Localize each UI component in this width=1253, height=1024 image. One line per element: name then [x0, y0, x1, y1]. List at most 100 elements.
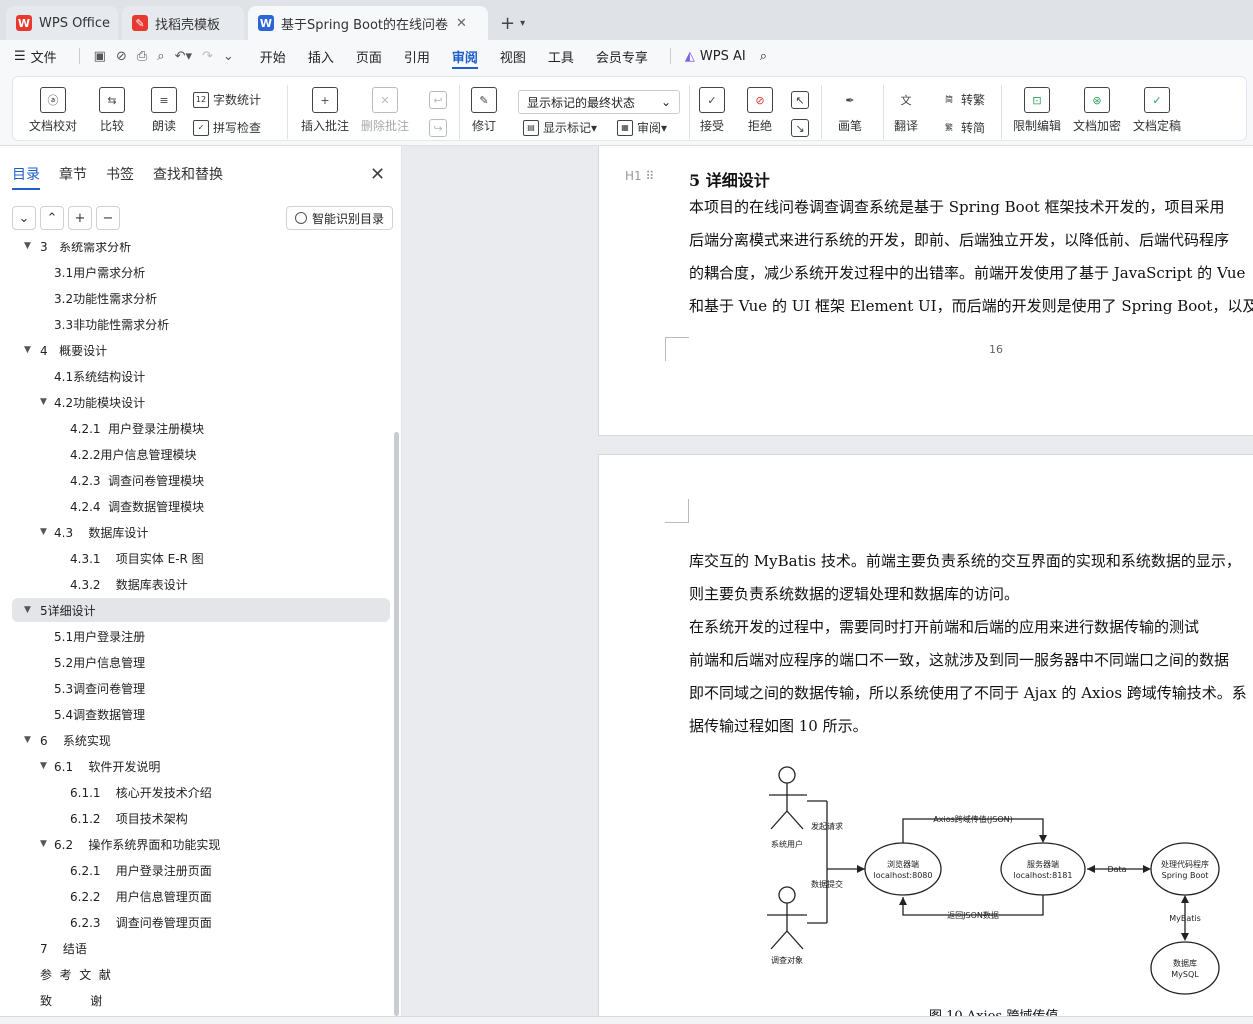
tab-chapter[interactable]: 章节 — [59, 164, 87, 190]
toc-item[interactable]: ▼ 6 系统实现 — [0, 728, 392, 752]
heading-marker-icon[interactable]: H1 ⠿ — [625, 169, 654, 183]
menu-tools[interactable]: 工具 — [548, 40, 574, 72]
menu-reference[interactable]: 引用 — [404, 40, 430, 72]
tab-toc[interactable]: 目录 — [12, 164, 40, 190]
toc-item[interactable]: ▼ 6.2 操作系统界面和功能实现 — [0, 832, 392, 856]
add-level-icon[interactable]: + — [68, 206, 92, 230]
expand-triangle-icon[interactable]: ▼ — [24, 345, 31, 355]
close-pane-icon[interactable]: ✕ — [370, 164, 385, 185]
tab-template[interactable]: ✎ 找稻壳模板 — [122, 6, 244, 40]
toc-item[interactable]: 6.2.3 调查问卷管理页面 — [0, 910, 392, 934]
collapse-up-icon[interactable]: ⌃ — [40, 206, 64, 230]
word-count-button[interactable]: 12 字数统计 — [193, 91, 261, 108]
show-markup-button[interactable]: ▤ 显示标记 ▾ — [523, 119, 597, 136]
markup-state-dropdown[interactable]: 显示标记的最终状态 ⌄ — [518, 90, 680, 114]
toc-item[interactable]: 4.3.2 数据库表设计 — [0, 572, 392, 596]
toc-item[interactable]: 5.4调查数据管理 — [0, 702, 392, 726]
review-pane-button[interactable]: ▦ 审阅 ▾ — [617, 119, 667, 136]
chevron-down-icon[interactable]: ▾ — [520, 18, 525, 29]
toc-item[interactable]: 4.2.2用户信息管理模块 — [0, 442, 392, 466]
to-simplified-button[interactable]: 繁 转简 — [941, 119, 985, 136]
toc-item[interactable]: ▼ 4.3 数据库设计 — [0, 520, 392, 544]
page[interactable]: 库交互的 MyBatis 技术。前端主要负责系统的交互界面的实现和系统数据的显示… — [598, 454, 1253, 1016]
tab-find-replace[interactable]: 查找和替换 — [153, 164, 223, 190]
accept-button[interactable]: ✓ 接受 — [699, 87, 725, 134]
undo-icon[interactable]: ↶▾ — [175, 40, 192, 72]
toc-item[interactable]: 5.3调查问卷管理 — [0, 676, 392, 700]
toc-item[interactable]: 3.2功能性需求分析 — [0, 286, 392, 310]
save-icon[interactable]: ▣ — [94, 40, 106, 72]
expand-triangle-icon[interactable]: ▼ — [24, 242, 31, 251]
expand-triangle-icon[interactable]: ▼ — [24, 605, 31, 615]
expand-triangle-icon[interactable]: ▼ — [40, 761, 47, 771]
delete-comment-button[interactable]: ✕ 删除批注 — [361, 87, 409, 134]
menu-wps-ai[interactable]: ◭ WPS AI — [685, 40, 746, 72]
next-change-icon[interactable]: ↘ — [791, 119, 809, 141]
doc-check-button[interactable]: ⓐ 文档校对 — [29, 87, 77, 134]
menu-member[interactable]: 会员专享 — [596, 40, 648, 72]
menu-review[interactable]: 审阅 — [451, 40, 478, 72]
toc-item[interactable]: 5.2用户信息管理 — [0, 650, 392, 674]
print-icon[interactable]: ⎙ — [137, 40, 147, 72]
translate-button[interactable]: 文 翻译 — [893, 87, 919, 134]
redo-icon[interactable]: ↷ — [202, 40, 213, 72]
menu-file[interactable]: ☰ 文件 — [14, 40, 57, 72]
toc-item[interactable]: 致 谢 — [0, 988, 392, 1012]
toc-item[interactable]: ▼ 6.1 软件开发说明 — [0, 754, 392, 778]
encrypt-button[interactable]: ⊛ 文档加密 — [1073, 87, 1121, 134]
expand-triangle-icon[interactable]: ▼ — [40, 397, 47, 407]
toc-item[interactable]: 4.2.3 调查问卷管理模块 — [0, 468, 392, 492]
toc-scrollbar[interactable] — [394, 432, 399, 1016]
tab-wps-office[interactable]: W WPS Office — [6, 6, 118, 40]
restrict-edit-button[interactable]: ⊡ 限制编辑 — [1013, 87, 1061, 134]
toc-item[interactable]: 7 结语 — [0, 936, 392, 960]
toc-item[interactable]: ▼ 5详细设计 — [12, 598, 390, 622]
document-area[interactable]: H1 ⠿ 5 详细设计 本项目的在线问卷调查调查系统是基于 Spring Boo… — [403, 146, 1253, 1016]
toc-item[interactable]: ▼ 3 系统需求分析 — [0, 242, 392, 258]
quick-access-chevron-icon[interactable]: ⌄ — [223, 40, 234, 72]
tab-bookmark[interactable]: 书签 — [106, 164, 134, 190]
link-icon[interactable]: ⊘ — [116, 40, 127, 72]
toc-item[interactable]: 4.1系统结构设计 — [0, 364, 392, 388]
tab-document[interactable]: W 基于Spring Boot的在线问卷 ✕ — [248, 6, 488, 40]
toc-item[interactable]: 参 考 文 献 — [0, 962, 392, 986]
menu-start[interactable]: 开始 — [260, 40, 286, 72]
toc-item[interactable]: 6.1.2 项目技术架构 — [0, 806, 392, 830]
new-tab-button[interactable]: + ▾ — [492, 6, 533, 40]
revise-button[interactable]: ✎ 修订 — [471, 87, 497, 134]
toc-item[interactable]: 6.2.2 用户信息管理页面 — [0, 884, 392, 908]
toc-item[interactable]: 4.2.4 调查数据管理模块 — [0, 494, 392, 518]
toc-item[interactable]: 5.1用户登录注册 — [0, 624, 392, 648]
menu-view[interactable]: 视图 — [500, 40, 526, 72]
insert-comment-button[interactable]: + 插入批注 — [301, 87, 349, 134]
expand-triangle-icon[interactable]: ▼ — [40, 527, 47, 537]
pen-button[interactable]: ✒ 画笔 — [837, 87, 863, 134]
read-aloud-button[interactable]: ≡ 朗读 — [151, 87, 177, 134]
remove-level-icon[interactable]: − — [96, 206, 120, 230]
toc-item[interactable]: 4.2.1 用户登录注册模块 — [0, 416, 392, 440]
expand-down-icon[interactable]: ⌄ — [12, 206, 36, 230]
toc-item[interactable]: 3.3非功能性需求分析 — [0, 312, 392, 336]
reject-button[interactable]: ⊘ 拒绝 — [747, 87, 773, 134]
expand-triangle-icon[interactable]: ▼ — [40, 839, 47, 849]
toc-item[interactable]: 6.1.1 核心开发技术介绍 — [0, 780, 392, 804]
toc-item[interactable]: 3.1用户需求分析 — [0, 260, 392, 284]
page[interactable]: H1 ⠿ 5 详细设计 本项目的在线问卷调查调查系统是基于 Spring Boo… — [598, 146, 1253, 436]
close-tab-icon[interactable]: ✕ — [456, 16, 467, 31]
toc-item[interactable]: 6.2.1 用户登录注册页面 — [0, 858, 392, 882]
toc-item[interactable]: ▼ 4 概要设计 — [0, 338, 392, 362]
prev-comment-icon[interactable]: ↩ — [429, 91, 447, 113]
search-icon[interactable]: ⌕ — [760, 40, 767, 72]
menu-page[interactable]: 页面 — [356, 40, 382, 72]
smart-toc-button[interactable]: 智能识别目录 — [286, 206, 394, 230]
toc-item[interactable]: 4.3.1 项目实体 E-R 图 — [0, 546, 392, 570]
expand-triangle-icon[interactable]: ▼ — [24, 735, 31, 745]
next-comment-icon[interactable]: ↪ — [429, 119, 447, 141]
menu-insert[interactable]: 插入 — [308, 40, 334, 72]
spell-check-button[interactable]: ✓ 拼写检查 — [193, 119, 261, 136]
finalize-button[interactable]: ✓ 文档定稿 — [1133, 87, 1181, 134]
preview-icon[interactable]: ⌕ — [157, 40, 164, 72]
to-traditional-button[interactable]: 简 转繁 — [941, 91, 985, 108]
toc-item[interactable]: ▼ 4.2功能模块设计 — [0, 390, 392, 414]
prev-change-icon[interactable]: ↖ — [791, 91, 809, 113]
